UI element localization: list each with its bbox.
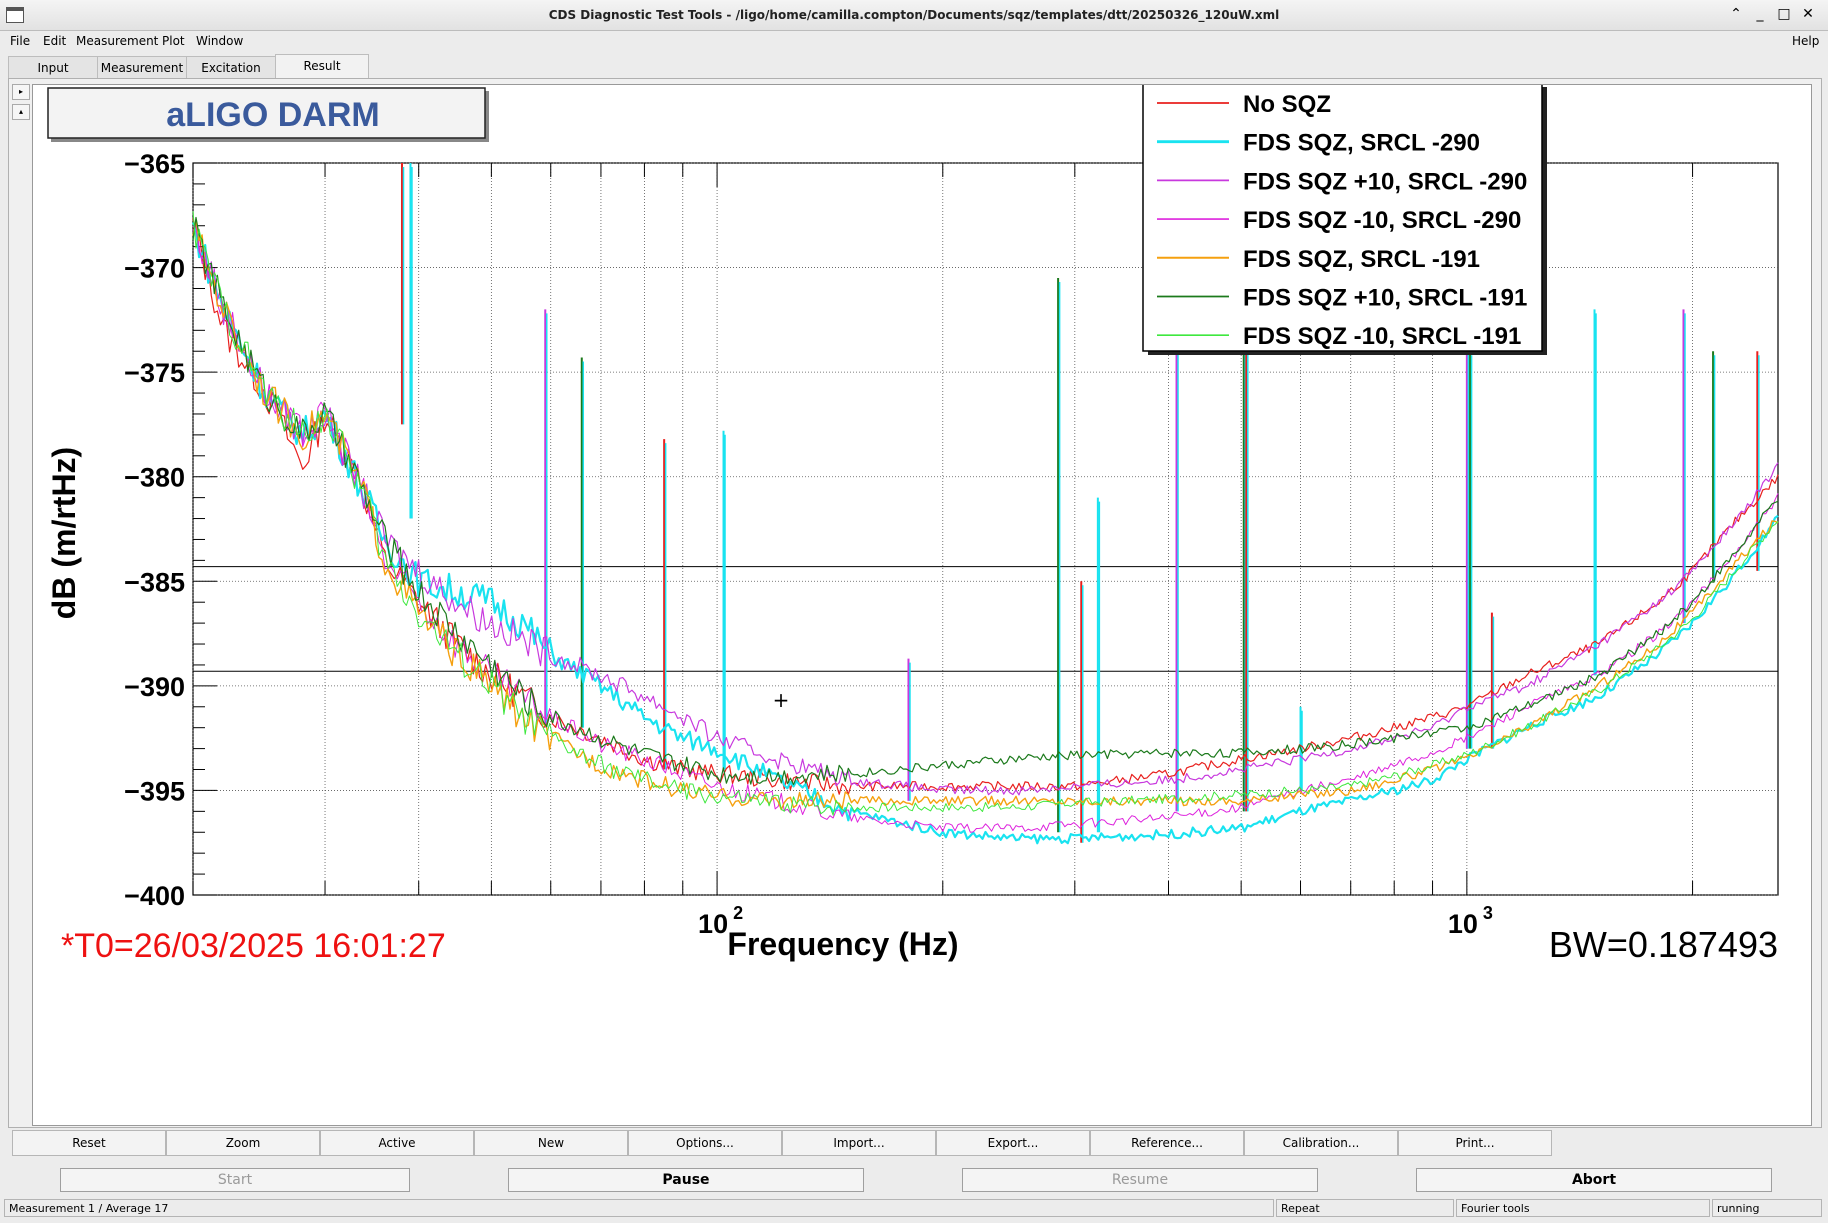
side-buttons: ▸ ▴ xyxy=(12,84,30,124)
legend-label: FDS SQZ +10, SRCL -191 xyxy=(1243,285,1527,312)
active-button[interactable]: Active xyxy=(320,1130,474,1156)
x-tick-exponent: 3 xyxy=(1483,903,1493,923)
x-tick-exponent: 2 xyxy=(733,903,743,923)
bandwidth-label: BW=0.187493 xyxy=(1549,924,1778,965)
resume-button[interactable]: Resume xyxy=(962,1168,1318,1192)
y-tick-label: −370 xyxy=(124,254,185,284)
plot-svg[interactable]: aLIGO DARM −365−370−375−380−385−390−395−… xyxy=(33,85,1811,1125)
maximize-icon[interactable]: □ xyxy=(1772,6,1796,22)
menu-measurement[interactable]: Measurement xyxy=(76,34,158,48)
export-button[interactable]: Export... xyxy=(936,1130,1090,1156)
window-controls: ⌃ _ □ ✕ xyxy=(1724,6,1820,22)
y-tick-label: −380 xyxy=(124,463,185,493)
legend-label: FDS SQZ -10, SRCL -191 xyxy=(1243,323,1521,350)
status-state: running xyxy=(1712,1199,1822,1217)
expand-arrow-icon[interactable]: ▸ xyxy=(12,84,30,100)
status-measurement: Measurement 1 / Average 17 xyxy=(4,1199,1274,1217)
collapse-arrow-icon[interactable]: ▴ xyxy=(12,104,30,120)
options-button[interactable]: Options... xyxy=(628,1130,782,1156)
legend-label: FDS SQZ, SRCL -191 xyxy=(1243,246,1480,273)
y-tick-label: −385 xyxy=(124,567,185,597)
menu-file[interactable]: File xyxy=(10,34,30,48)
status-tool: Fourier tools xyxy=(1456,1199,1710,1217)
reference-button[interactable]: Reference... xyxy=(1090,1130,1244,1156)
menu-edit[interactable]: Edit xyxy=(43,34,66,48)
status-mode: Repeat xyxy=(1276,1199,1454,1217)
legend-label: FDS SQZ -10, SRCL -290 xyxy=(1243,207,1521,234)
menu-window[interactable]: Window xyxy=(196,34,243,48)
menu-bar: File Edit Measurement Plot Window Help xyxy=(0,31,1828,53)
import-button[interactable]: Import... xyxy=(782,1130,936,1156)
y-tick-label: −390 xyxy=(124,672,185,702)
status-bar: Measurement 1 / Average 17 Repeat Fourie… xyxy=(0,1199,1828,1221)
new-button[interactable]: New xyxy=(474,1130,628,1156)
plot-canvas[interactable]: aLIGO DARM −365 −370 −375 −380 −385 −390 −395−… xyxy=(32,84,1812,1126)
x-tick-label: 10 xyxy=(698,909,728,939)
start-button[interactable]: Start xyxy=(60,1168,410,1192)
window-titlebar: CDS Diagnostic Test Tools - /ligo/home/c… xyxy=(0,0,1828,31)
y-tick-labels: −365 −370 −375 −380 −385 −390 −395 −400 xyxy=(124,149,185,911)
tab-input[interactable]: Input xyxy=(8,56,98,79)
tab-result[interactable]: Result xyxy=(275,54,369,79)
y-tick-label: −400 xyxy=(124,881,185,911)
tab-bar: Input Measurement Excitation Result xyxy=(0,54,1828,79)
y-tick-label: −395 xyxy=(124,776,185,806)
cursor-marker: + xyxy=(773,688,790,712)
y-tick-label: −375 xyxy=(124,358,185,388)
legend-label: FDS SQZ, SRCL -290 xyxy=(1243,130,1480,157)
tab-measurement[interactable]: Measurement xyxy=(97,56,187,79)
menu-plot[interactable]: Plot xyxy=(162,34,185,48)
control-bar: Start Pause Resume Abort xyxy=(0,1164,1828,1194)
banner-title: aLIGO DARM xyxy=(166,96,379,134)
x-axis-title: Frequency (Hz) xyxy=(727,926,958,962)
close-icon[interactable]: ✕ xyxy=(1796,6,1820,22)
timestamp-label: *T0=26/03/2025 16:01:27 xyxy=(61,927,446,965)
y-axis-title: dB (m/rtHz) xyxy=(46,447,82,619)
menu-help[interactable]: Help xyxy=(1792,34,1819,48)
calibration-button[interactable]: Calibration... xyxy=(1244,1130,1398,1156)
action-bar: Reset Zoom Active New Options... Import.… xyxy=(10,1130,1820,1156)
legend-label: No SQZ xyxy=(1243,91,1331,118)
zoom-button[interactable]: Zoom xyxy=(166,1130,320,1156)
legend-label: FDS SQZ +10, SRCL -290 xyxy=(1243,168,1527,195)
print-button[interactable]: Print... xyxy=(1398,1130,1552,1156)
y-tick-label: −365 xyxy=(124,149,185,179)
window-title: CDS Diagnostic Test Tools - /ligo/home/c… xyxy=(548,8,1280,22)
pause-button[interactable]: Pause xyxy=(508,1168,864,1192)
tab-excitation[interactable]: Excitation xyxy=(186,56,276,79)
abort-button[interactable]: Abort xyxy=(1416,1168,1772,1192)
shade-icon[interactable]: ⌃ xyxy=(1724,6,1748,22)
reset-button[interactable]: Reset xyxy=(12,1130,166,1156)
x-tick-label: 10 xyxy=(1448,909,1478,939)
minimize-icon[interactable]: _ xyxy=(1748,6,1772,22)
